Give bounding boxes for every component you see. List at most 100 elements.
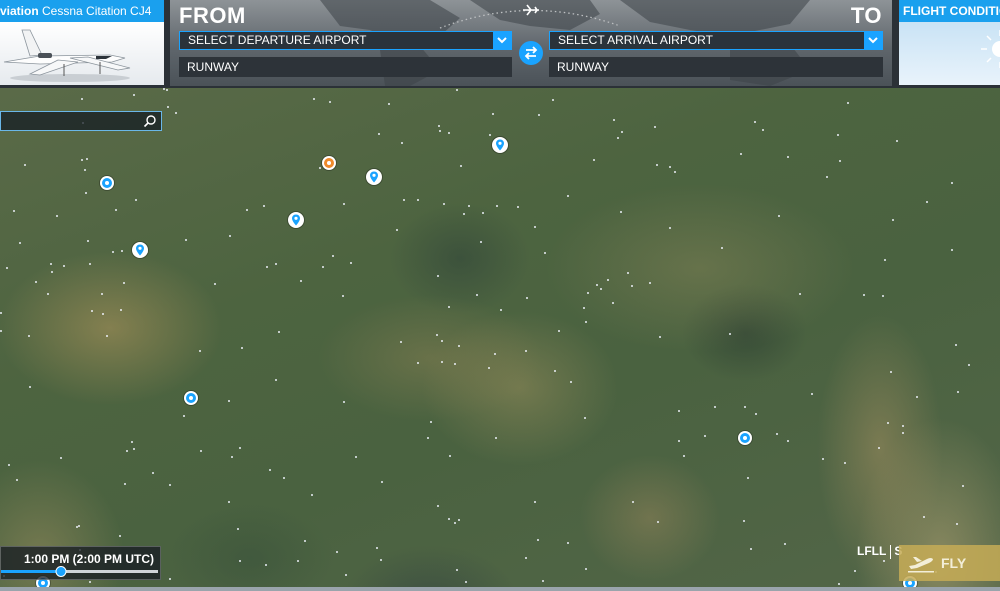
search-icon[interactable]	[143, 114, 157, 128]
map-waypoint-dot	[525, 350, 527, 352]
map-waypoint-dot	[322, 266, 324, 268]
departure-airport-select[interactable]: SELECT DEPARTURE AIRPORT	[179, 31, 512, 50]
map-waypoint-dot	[744, 406, 746, 408]
airport-marker-icon[interactable]	[100, 176, 114, 190]
map-waypoint-dot	[19, 242, 21, 244]
chevron-down-icon[interactable]	[493, 32, 511, 49]
departure-runway-select[interactable]: RUNWAY	[179, 57, 512, 77]
map-waypoint-dot	[441, 361, 443, 363]
map-waypoint-dot	[167, 106, 169, 108]
map-waypoint-dot	[811, 393, 813, 395]
map-waypoint-dot	[388, 103, 390, 105]
map-waypoint-dot	[826, 176, 828, 178]
map-waypoint-dot	[448, 132, 450, 134]
time-slider-fill	[1, 570, 61, 573]
chevron-down-icon[interactable]	[864, 32, 882, 49]
map-waypoint-dot	[957, 391, 959, 393]
map-waypoint-dot	[454, 363, 456, 365]
map-waypoint-dot	[468, 205, 470, 207]
map-waypoint-dot	[552, 99, 554, 101]
bottom-strip	[0, 587, 1000, 591]
map-waypoint-dot	[342, 295, 344, 297]
poi-marker-icon[interactable]	[366, 169, 382, 185]
map-waypoint-dot	[266, 266, 268, 268]
map-waypoint-dot	[537, 539, 539, 541]
map-waypoint-dot	[631, 285, 633, 287]
time-slider[interactable]	[1, 566, 158, 577]
map-waypoint-dot	[350, 262, 352, 264]
map-waypoint-dot	[400, 341, 402, 343]
map-waypoint-dot	[427, 437, 429, 439]
flight-conditions-title: FLIGHT CONDITION	[899, 0, 1000, 22]
poi-marker-icon[interactable]	[132, 242, 148, 258]
map-waypoint-dot	[246, 209, 248, 211]
map-waypoint-dot	[747, 477, 749, 479]
airport-marker-icon[interactable]	[738, 431, 752, 445]
map-waypoint-dot	[902, 432, 904, 434]
map-waypoint-dot	[28, 335, 30, 337]
flight-conditions-card[interactable]: FLIGHT CONDITION	[899, 0, 1000, 85]
map-waypoint-dot	[721, 247, 723, 249]
map-waypoint-dot	[380, 559, 382, 561]
map-waypoint-dot	[476, 294, 478, 296]
map-waypoint-dot	[51, 271, 53, 273]
map-waypoint-dot	[8, 464, 10, 466]
map-waypoint-dot	[740, 153, 742, 155]
map-search-input[interactable]	[0, 111, 162, 131]
map-waypoint-dot	[437, 505, 439, 507]
map-waypoint-dot	[456, 569, 458, 571]
map-waypoint-dot	[229, 235, 231, 237]
map-waypoint-dot	[956, 523, 958, 525]
map-waypoint-dot	[492, 113, 494, 115]
poi-marker-icon[interactable]	[288, 212, 304, 228]
map-waypoint-dot	[441, 340, 443, 342]
poi-marker-icon[interactable]	[492, 137, 508, 153]
map-waypoint-dot	[343, 401, 345, 403]
map-waypoint-dot	[494, 353, 496, 355]
airport-marker-icon[interactable]	[184, 391, 198, 405]
map-waypoint-dot	[13, 210, 15, 212]
map-waypoint-dot	[169, 578, 171, 580]
map-waypoint-dot	[585, 321, 587, 323]
swap-airports-button[interactable]	[519, 41, 543, 65]
fly-button[interactable]: FLY	[899, 545, 1000, 581]
map-waypoint-dot	[729, 333, 731, 335]
map-waypoint-dot	[458, 519, 460, 521]
map-waypoint-dot	[496, 205, 498, 207]
map-waypoint-dot	[465, 581, 467, 583]
map-waypoint-dot	[750, 548, 752, 550]
map-waypoint-dot	[345, 574, 347, 576]
map-waypoint-dot	[76, 526, 78, 528]
map-waypoint-dot	[488, 367, 490, 369]
map-waypoint-dot	[183, 415, 185, 417]
map-waypoint-dot	[378, 133, 380, 135]
swap-icon	[524, 46, 538, 60]
fly-button-label: FLY	[941, 555, 967, 571]
map-waypoint-dot	[119, 535, 121, 537]
map-waypoint-dot	[489, 134, 491, 136]
route-airport-codes: LFLLS	[857, 544, 902, 559]
time-slider-thumb[interactable]	[55, 566, 67, 577]
map-waypoint-dot	[214, 283, 216, 285]
map-waypoint-dot	[847, 102, 849, 104]
map-waypoint-dot	[89, 581, 91, 583]
aircraft-selection-card[interactable]: viation Cessna Citation CJ4	[0, 0, 164, 85]
map-waypoint-dot	[133, 94, 135, 96]
map-waypoint-dot	[169, 484, 171, 486]
map-waypoint-dot	[844, 462, 846, 464]
map-waypoint-dot	[892, 219, 894, 221]
aircraft-title-name: Cessna Citation CJ4	[42, 4, 152, 18]
arrival-airport-select[interactable]: SELECT ARRIVAL AIRPORT	[549, 31, 883, 50]
airport-marker-icon[interactable]	[322, 156, 336, 170]
map-waypoint-dot	[343, 203, 345, 205]
map-waypoint-dot	[656, 164, 658, 166]
world-map[interactable]	[0, 88, 1000, 591]
map-waypoint-dot	[47, 293, 49, 295]
map-waypoint-dot	[239, 560, 241, 562]
map-waypoint-dot	[495, 437, 497, 439]
map-waypoint-dot	[538, 114, 540, 116]
map-waypoint-dot	[883, 560, 885, 562]
arrival-runway-select[interactable]: RUNWAY	[549, 57, 883, 77]
map-waypoint-dot	[896, 140, 898, 142]
map-waypoint-dot	[56, 215, 58, 217]
